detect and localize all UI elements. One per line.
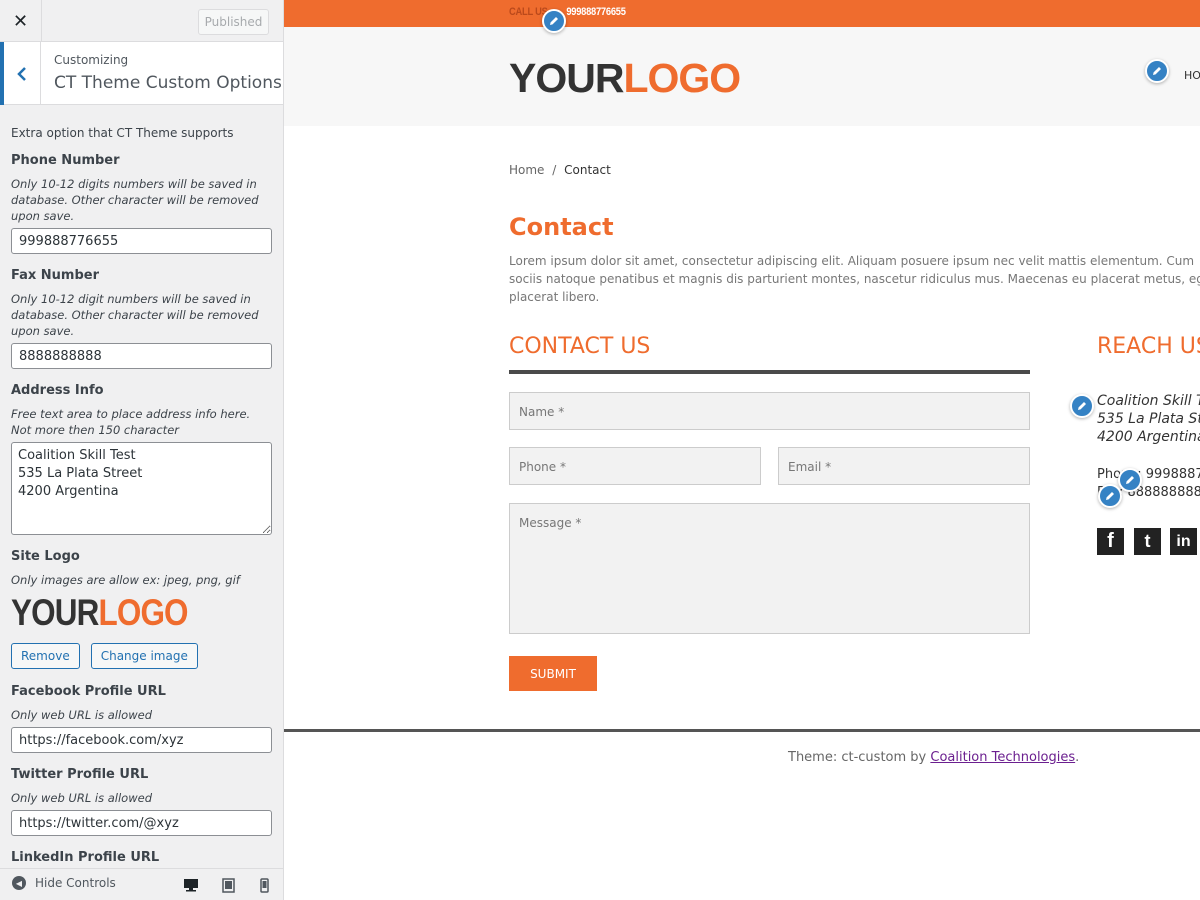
site-header: YOURLOGO HO [284,27,1200,126]
twitter-label: Twitter Profile URL [11,767,149,782]
address-label: Address Info [11,383,104,398]
site-logo-label: Site Logo [11,549,80,564]
footer-credit: Theme: ct-custom by Coalition Technologi… [788,750,1080,765]
arrow-left-circle-icon: ◀ [12,876,26,890]
customizer-header: ✕ Published [0,0,283,42]
customizer-footer: ◀ Hide Controls [0,868,283,900]
fax-description: Only 10-12 digit numbers will be saved i… [11,292,259,338]
phone-input[interactable] [11,228,272,254]
chevron-left-icon [17,66,26,81]
section-title: CT Theme Custom Options [54,73,282,93]
logo-buttons: Remove Change image [11,643,272,669]
close-icon[interactable]: ✕ [0,0,42,42]
customizing-label: Customizing [54,53,129,67]
pencil-icon[interactable] [1070,394,1094,418]
breadcrumb-home-link[interactable]: Home [509,163,544,177]
linkedin-label: LinkedIn Profile URL [11,850,160,865]
phone-label: Phone Number [11,153,120,168]
facebook-label: Facebook Profile URL [11,684,166,699]
remove-logo-button[interactable]: Remove [11,643,80,669]
tablet-icon[interactable] [220,877,236,893]
customizer-controls: Extra option that CT Theme supports Phon… [0,106,283,868]
section-description: Extra option that CT Theme supports [11,126,234,140]
twitter-description: Only web URL is allowed [11,791,152,805]
phone-field[interactable]: Phone * [509,447,761,485]
section-header: Customizing CT Theme Custom Options [0,42,283,105]
facebook-url-input[interactable] [11,727,272,753]
site-logo[interactable]: YOURLOGO [509,55,741,102]
phone-description: Only 10-12 digits numbers will be saved … [11,177,259,223]
message-field[interactable]: Message * [509,503,1030,634]
breadcrumb-current: Contact [564,163,611,177]
change-image-button[interactable]: Change image [90,643,198,669]
contact-us-heading: CONTACT US [509,334,651,359]
back-button[interactable] [0,42,41,105]
call-us-text: CALL US 999888776655 [509,6,626,18]
twitter-url-input[interactable] [11,810,272,836]
customizer-sidebar: ✕ Published Customizing CT Theme Custom … [0,0,284,900]
name-field[interactable]: Name * [509,392,1030,430]
fax-input[interactable] [11,343,272,369]
address-textarea[interactable] [11,442,272,535]
footer-divider [284,729,1200,732]
nav-menu-item[interactable]: HO [1184,69,1200,82]
site-preview: CALL US 999888776655 YOURLOGO HO Home / … [284,0,1200,900]
submit-button[interactable]: SUBMIT [509,656,597,691]
pencil-icon[interactable] [1098,484,1122,508]
mobile-icon[interactable] [256,877,272,893]
email-field[interactable]: Email * [778,447,1030,485]
breadcrumb-separator: / [552,163,557,177]
site-logo-preview: YOURLOGO [11,592,272,634]
facebook-icon[interactable]: f [1097,528,1124,555]
hide-controls-label: Hide Controls [35,876,116,890]
linkedin-icon[interactable]: in [1170,528,1197,555]
site-logo-description: Only images are allow ex: jpeg, png, gif [11,573,240,587]
hide-controls-button[interactable]: ◀ Hide Controls [12,876,116,890]
fax-label: Fax Number [11,268,100,283]
pencil-icon[interactable] [1118,468,1142,492]
twitter-icon[interactable]: t [1134,528,1161,555]
top-bar: CALL US 999888776655 [284,0,1200,27]
desktop-icon[interactable] [183,877,199,893]
reach-us-heading: REACH US [1097,334,1200,359]
logo-image: YOURLOGO [11,592,189,633]
reach-phone-line: Phone: 999888776655 [1097,467,1200,482]
address-description: Free text area to place address info her… [11,407,251,437]
breadcrumb: Home / Contact [509,163,611,177]
pencil-icon[interactable] [1145,59,1169,83]
page-intro: Lorem ipsum dolor sit amet, consectetur … [509,254,1200,304]
contact-divider [509,370,1030,374]
footer-link[interactable]: Coalition Technologies [930,750,1075,765]
pencil-icon[interactable] [542,9,566,33]
page-title: Contact [509,213,614,241]
topbar-phone: 999888776655 [566,6,626,18]
facebook-description: Only web URL is allowed [11,708,152,722]
published-button[interactable]: Published [198,9,269,35]
reach-address: Coalition Skill Test 535 La Plata Street… [1097,393,1200,445]
